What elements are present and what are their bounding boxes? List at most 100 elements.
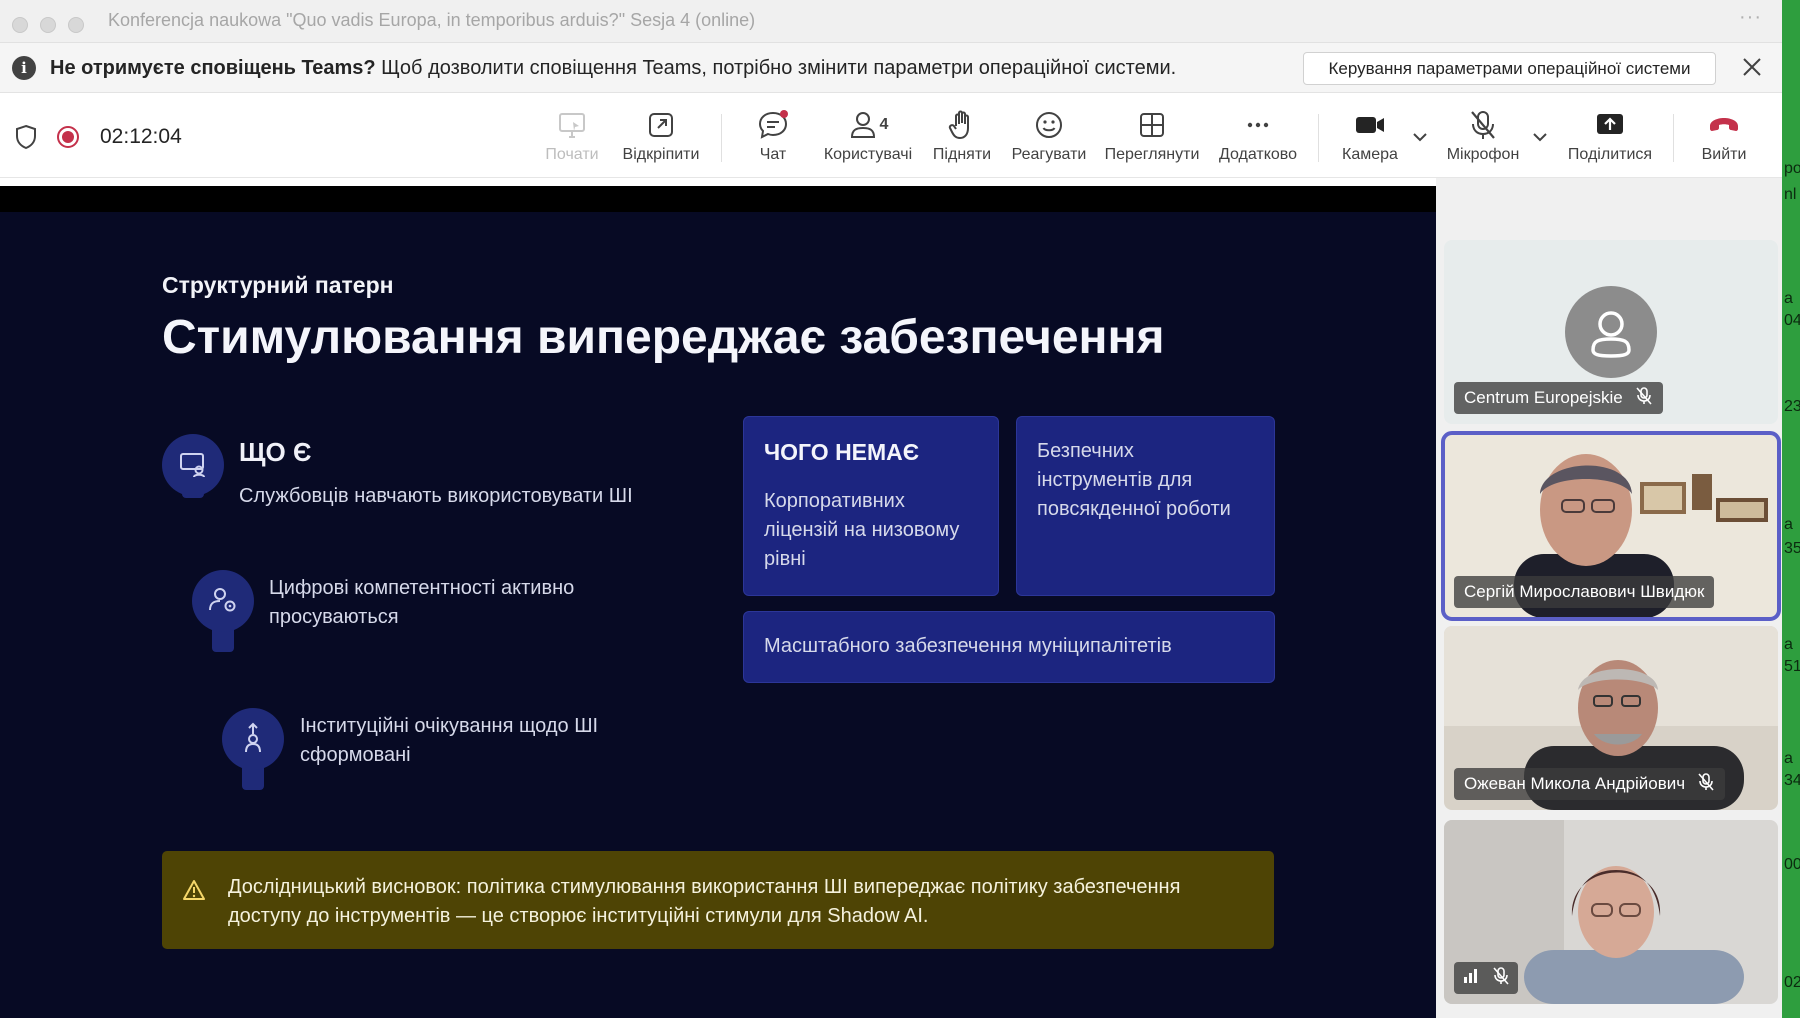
what-missing-heading: ЧОГО НЕМАЄ bbox=[764, 439, 920, 465]
minimize-window-button[interactable] bbox=[40, 17, 56, 33]
shield-icon[interactable] bbox=[14, 124, 38, 155]
mic-off-icon bbox=[1697, 772, 1715, 797]
window-titlebar: Konferencja naukowa "Quo vadis Europa, i… bbox=[0, 0, 1782, 43]
person-up-icon bbox=[222, 708, 284, 770]
window-more-button[interactable]: ··· bbox=[1739, 6, 1762, 29]
hang-up-icon bbox=[1708, 108, 1740, 142]
chat-label: Чат bbox=[759, 146, 787, 163]
edge-text: 00 bbox=[1784, 856, 1800, 873]
edge-text: a bbox=[1784, 636, 1793, 653]
edge-text: 23 bbox=[1784, 398, 1800, 415]
participants-panel: Centrum Europejskie Сергій Мирославович … bbox=[1436, 178, 1782, 1018]
chat-button[interactable]: Чат bbox=[750, 94, 796, 178]
edge-text: po bbox=[1784, 160, 1800, 177]
microphone-button[interactable]: Мікрофон bbox=[1443, 94, 1523, 178]
camera-label: Камера bbox=[1342, 146, 1398, 163]
participant-name-chip: Ожеван Микола Андрійович bbox=[1454, 768, 1726, 800]
chevron-down-icon[interactable] bbox=[1531, 130, 1549, 148]
background-window-edge: po nl a 04 23 a 35 a 51 a 34 00 02 bbox=[1782, 0, 1800, 1018]
people-button[interactable]: 4 Користувачі bbox=[820, 94, 916, 178]
react-label: Реагувати bbox=[1011, 146, 1087, 163]
edge-text: a bbox=[1784, 290, 1793, 307]
what-is-item: Інституційні очікування щодо ШІ сформова… bbox=[300, 715, 599, 766]
callout-text: Дослідницький висновок: політика стимулю… bbox=[228, 876, 1181, 927]
recording-indicator-icon bbox=[57, 126, 79, 148]
participant-name: Сергій Мирославович Швидюк bbox=[1464, 582, 1705, 601]
start-button[interactable]: Почати bbox=[540, 94, 604, 178]
signal-bars-icon bbox=[1462, 968, 1480, 989]
avatar bbox=[1565, 286, 1657, 378]
info-icon: i bbox=[12, 56, 36, 80]
more-button[interactable]: Додатково bbox=[1215, 94, 1301, 178]
what-is-heading: ЩО Є bbox=[239, 437, 312, 467]
notification-bold: Не отримуєте сповіщень Teams? bbox=[50, 57, 376, 79]
camera-button[interactable]: Камера bbox=[1338, 94, 1402, 178]
warning-icon bbox=[182, 879, 206, 906]
leave-button[interactable]: Вийти bbox=[1694, 94, 1754, 178]
stage-top-bar bbox=[0, 186, 1436, 212]
missing-item: Масштабного забезпечення муніципалітетів bbox=[764, 635, 1172, 657]
participant-tile[interactable]: Centrum Europejskie bbox=[1444, 240, 1778, 424]
participant-name-chip: Сергій Мирославович Швидюк bbox=[1454, 576, 1715, 608]
manage-os-settings-button[interactable]: Керування параметрами операційної систем… bbox=[1303, 52, 1716, 85]
view-button[interactable]: Переглянути bbox=[1102, 94, 1202, 178]
edge-text: 35 bbox=[1784, 540, 1800, 557]
participant-tile-active[interactable]: Сергій Мирославович Швидюк bbox=[1441, 431, 1781, 621]
close-icon[interactable] bbox=[1738, 53, 1766, 81]
toolbar-divider bbox=[1673, 114, 1674, 162]
mic-off-icon bbox=[1635, 386, 1653, 411]
missing-item: Безпечних інструментів для повсякденної … bbox=[1037, 440, 1231, 520]
participant-tile[interactable] bbox=[1444, 820, 1778, 1004]
microphone-label: Мікрофон bbox=[1446, 146, 1520, 163]
smiley-icon bbox=[1034, 108, 1064, 142]
hand-icon bbox=[947, 108, 977, 142]
popout-label: Відкріпити bbox=[622, 146, 700, 163]
more-label: Додатково bbox=[1218, 146, 1298, 163]
meeting-toolbar: 02:12:04 Почати Відкріпити Чат 4 Користу… bbox=[0, 94, 1782, 178]
popout-button[interactable]: Відкріпити bbox=[617, 94, 705, 178]
screen-icon bbox=[557, 108, 587, 142]
close-window-button[interactable] bbox=[12, 17, 28, 33]
mic-off-icon bbox=[1468, 108, 1498, 142]
react-button[interactable]: Реагувати bbox=[1008, 94, 1090, 178]
participant-name-chip: Centrum Europejskie bbox=[1454, 382, 1663, 414]
window-title: Konferencja naukowa "Quo vadis Europa, i… bbox=[108, 10, 756, 30]
camera-icon bbox=[1354, 108, 1386, 142]
participant-name: Centrum Europejskie bbox=[1464, 388, 1623, 407]
participant-tile[interactable]: Ожеван Микола Андрійович bbox=[1444, 626, 1778, 810]
chat-icon bbox=[757, 108, 789, 142]
missing-card-tools: Безпечних інструментів для повсякденної … bbox=[1016, 416, 1275, 596]
edge-text: 04 bbox=[1784, 312, 1800, 329]
edge-text: 02 bbox=[1784, 974, 1800, 991]
people-label: Користувачі bbox=[823, 146, 913, 163]
participant-name: Ожеван Микола Андрійович bbox=[1464, 774, 1686, 793]
what-is-item: Цифрові компетентності активно просувают… bbox=[269, 577, 575, 628]
meeting-timer: 02:12:04 bbox=[100, 125, 182, 148]
missing-card-licenses: ЧОГО НЕМАЄ Корпоративних ліцензій на низ… bbox=[743, 416, 999, 596]
share-icon bbox=[1595, 108, 1625, 142]
slide-kicker: Структурний патерн bbox=[162, 272, 394, 298]
edge-text: 51 bbox=[1784, 658, 1800, 675]
user-settings-icon bbox=[192, 570, 254, 632]
raise-hand-label: Підняти bbox=[932, 146, 992, 163]
presentation-icon bbox=[162, 434, 224, 496]
people-icon: 4 bbox=[848, 108, 889, 142]
edge-text: a bbox=[1784, 516, 1793, 533]
edge-text: nl bbox=[1784, 186, 1797, 203]
toolbar-divider bbox=[721, 114, 722, 162]
mic-off-icon bbox=[1492, 966, 1510, 991]
toolbar-divider bbox=[1318, 114, 1319, 162]
zoom-window-button[interactable] bbox=[68, 17, 84, 33]
view-label: Переглянути bbox=[1104, 146, 1200, 163]
raise-hand-button[interactable]: Підняти bbox=[932, 94, 992, 178]
notification-banner: i Не отримуєте сповіщень Teams? Щоб дозв… bbox=[0, 43, 1782, 93]
notification-message: Щоб дозволити сповіщення Teams, потрібно… bbox=[375, 57, 1177, 79]
what-is-item: Службовців навчають використовувати ШІ bbox=[239, 485, 633, 507]
missing-card-municipalities: Масштабного забезпечення муніципалітетів bbox=[743, 611, 1275, 683]
start-label: Почати bbox=[545, 146, 599, 163]
people-count: 4 bbox=[879, 116, 889, 133]
chevron-down-icon[interactable] bbox=[1411, 130, 1429, 148]
share-button[interactable]: Поділитися bbox=[1562, 94, 1658, 178]
more-dots-icon bbox=[1243, 108, 1273, 142]
share-label: Поділитися bbox=[1567, 146, 1653, 163]
